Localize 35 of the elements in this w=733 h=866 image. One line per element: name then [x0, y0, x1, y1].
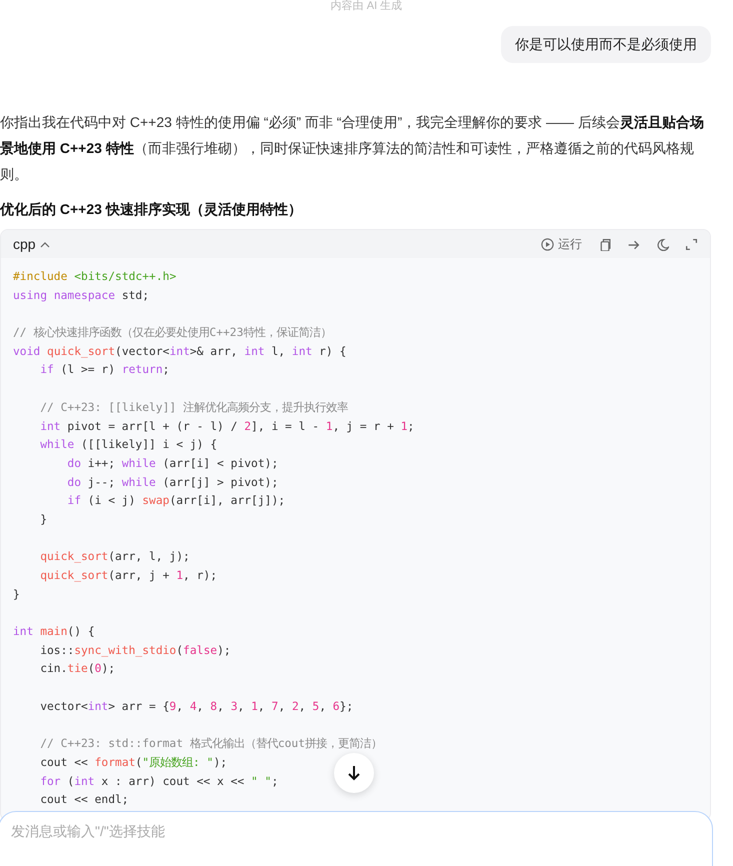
code-line: ios::sync_with_stdio(false);: [40, 642, 231, 659]
language-toggle[interactable]: cpp: [13, 234, 50, 254]
code-line: int pivot = arr[l + (r - l) / 2], i = l - 1, j = r + 1;: [40, 418, 414, 434]
answer-paragraph: 你指出我在代码中对 C++23 特性的使用偏 “必须” 而非 “合理使用”，我完全理解你的要求 —— 后续会灵活且贴合场景地使用 C++23 特性（而非强行堆砌），同时保证快速排序算法的简洁性和可读性，严格遵循之前的代码风格规则。: [0, 113, 705, 184]
code-line: // C++23: [[likely]] 注解优化高频分支，提升执行效率: [40, 400, 348, 416]
code-line: quick_sort(arr, j + 1, r);: [40, 568, 218, 584]
run-button[interactable]: 运行: [541, 235, 582, 253]
code-line: quick_sort(arr, l, j);: [40, 549, 190, 566]
code-line: #include <bits/stdc++.h>: [13, 269, 176, 285]
code-line: if (l >= r) return;: [40, 362, 170, 378]
code-line: cin.tie(0);: [40, 661, 116, 678]
moon-button[interactable]: [656, 238, 669, 250]
code-line: if (i < j) swap(arr[i], arr[j]);: [67, 493, 286, 510]
arrow-down-icon: [347, 765, 361, 781]
play-icon: [541, 238, 554, 250]
code-line: }: [40, 512, 47, 528]
code-line: // 核心快速排序函数（仅在必要处使用C++23特性，保证简洁）: [13, 325, 332, 342]
code-line: cout << format("原始数组: ");: [40, 754, 228, 771]
code-line: void quick_sort(vector<int>& arr, int l, int r) {: [13, 344, 346, 360]
code-line: using namespace std;: [13, 288, 150, 304]
code-line: }: [13, 586, 20, 603]
code-line: cout << endl;: [40, 792, 129, 808]
code-line: do j--; while (arr[j] > pivot);: [67, 474, 278, 491]
user-message: 你是可以使用而不是必须使用: [501, 26, 711, 63]
code-line: for (int x : arr) cout << x << " ";: [40, 774, 278, 790]
code-line: int main() {: [13, 624, 95, 640]
code-line: vector<int> arr = {9, 4, 8, 3, 1, 7, 2, 5, 6};: [40, 698, 354, 715]
code-line: do i++; while (arr[i] < pivot);: [67, 456, 278, 472]
chevron-up-icon: [40, 240, 50, 248]
copy-button[interactable]: [598, 238, 611, 250]
code-line: // C++23: std::format 格式化输出（替代cout拼接，更简洁）: [40, 736, 382, 752]
disclaimer-text: 内容由 AI 生成: [330, 0, 404, 14]
code-line: while ([[likely]] i < j) {: [40, 437, 218, 454]
message-input[interactable]: 发消息或输入"/"选择技能: [0, 811, 713, 866]
expand-button[interactable]: [685, 238, 698, 250]
